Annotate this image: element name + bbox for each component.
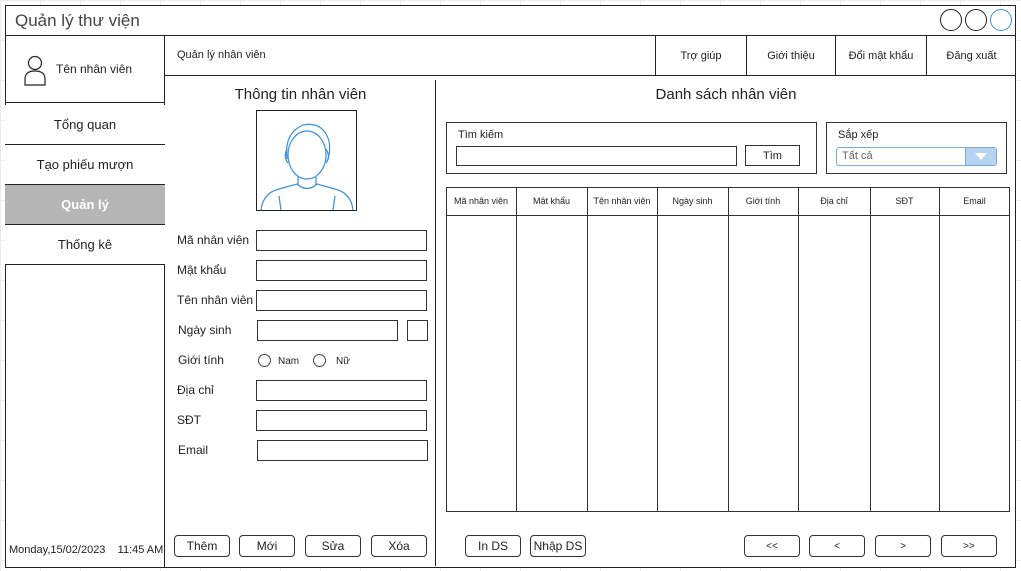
search-button[interactable]: Tìm	[745, 145, 800, 166]
column-header-address[interactable]: Địa chỉ	[798, 187, 870, 215]
column-header-phone[interactable]: SĐT	[870, 187, 939, 215]
birthdate-input[interactable]	[257, 320, 398, 341]
column-header-email[interactable]: Email	[939, 187, 1010, 215]
phone-label: SĐT	[177, 413, 201, 427]
previous-page-button[interactable]: <	[809, 535, 865, 557]
form-title: Thông tin nhân viên	[234, 86, 367, 103]
email-input[interactable]	[257, 440, 428, 461]
name-input[interactable]	[256, 290, 427, 311]
address-label: Địa chỉ	[177, 383, 214, 397]
column-divider	[939, 187, 940, 512]
print-list-button[interactable]: In DS	[465, 535, 521, 557]
first-page-button[interactable]: <<	[744, 535, 800, 557]
sidebar-item-create-loan[interactable]: Tạo phiếu mượn	[5, 145, 165, 185]
employee-id-input[interactable]	[256, 230, 427, 251]
user-icon	[24, 55, 46, 86]
gender-male-label: Nam	[278, 356, 300, 367]
column-divider	[798, 187, 799, 512]
help-label: Trợ giúp	[680, 50, 722, 62]
gender-female-label: Nữ	[336, 356, 350, 367]
datetime-display: Monday,15/02/2023 11:45 AM	[9, 544, 164, 556]
password-label: Mật khẩu	[177, 263, 227, 277]
column-divider	[516, 187, 517, 512]
list-title: Danh sách nhân viên	[655, 86, 797, 103]
sort-selected-value: Tất cả	[842, 150, 873, 162]
sidebar-item-label: Tổng quan	[53, 117, 117, 132]
gender-male-radio[interactable]	[258, 354, 271, 367]
avatar-icon	[260, 123, 354, 211]
sidebar-item-label: Quản lý	[61, 197, 109, 212]
about-label: Giới thiệu	[767, 50, 815, 62]
column-divider	[870, 187, 871, 512]
minimize-button[interactable]	[940, 9, 962, 31]
employee-id-label: Mã nhân viên	[177, 233, 250, 247]
password-input[interactable]	[256, 260, 427, 281]
add-button[interactable]: Thêm	[174, 535, 230, 557]
sort-select[interactable]: Tất cả	[836, 147, 997, 166]
column-header-gender[interactable]: Giới tính	[728, 187, 798, 215]
new-button[interactable]: Mới	[239, 535, 295, 557]
gender-label: Giới tính	[178, 353, 224, 367]
column-header-birthdate[interactable]: Ngày sinh	[657, 187, 728, 215]
calendar-picker-button[interactable]	[407, 320, 428, 341]
app-title: Quản lý thư viện	[15, 11, 140, 30]
page-breadcrumb: Quản lý nhân viên	[177, 49, 266, 61]
help-link[interactable]: Trợ giúp	[655, 36, 746, 76]
change-password-link[interactable]: Đổi mật khẩu	[835, 36, 926, 76]
user-name: Tên nhân viên	[56, 62, 133, 76]
name-label: Tên nhân viên	[177, 293, 254, 307]
column-divider	[728, 187, 729, 512]
sidebar-item-overview[interactable]: Tổng quan	[5, 105, 165, 145]
maximize-button[interactable]	[965, 9, 987, 31]
email-label: Email	[178, 443, 209, 457]
search-label: Tìm kiếm	[458, 129, 504, 141]
sidebar-item-statistics[interactable]: Thống kê	[5, 225, 165, 265]
delete-button[interactable]: Xóa	[371, 535, 427, 557]
sidebar-item-label: Thống kê	[57, 237, 113, 252]
import-list-button[interactable]: Nhập DS	[530, 535, 586, 557]
change-password-label: Đổi mật khẩu	[848, 50, 914, 62]
sidebar-item-manage[interactable]: Quản lý	[5, 185, 165, 225]
next-page-button[interactable]: >	[875, 535, 931, 557]
logout-link[interactable]: Đăng xuất	[926, 36, 1016, 76]
chevron-down-icon	[975, 153, 987, 160]
phone-input[interactable]	[256, 410, 427, 431]
search-input[interactable]	[456, 146, 737, 166]
column-header-password[interactable]: Mật khẩu	[516, 187, 587, 215]
sidebar-item-label: Tạo phiếu mượn	[36, 157, 134, 172]
panel-divider	[435, 80, 436, 566]
employee-photo[interactable]	[256, 110, 357, 211]
gender-female-radio[interactable]	[313, 354, 326, 367]
edit-button[interactable]: Sửa	[305, 535, 361, 557]
column-divider	[657, 187, 658, 512]
about-link[interactable]: Giới thiệu	[746, 36, 835, 76]
sort-label: Sắp xếp	[838, 129, 879, 141]
column-header-employee-id[interactable]: Mã nhân viên	[446, 187, 516, 215]
birthdate-label: Ngày sinh	[178, 323, 232, 337]
column-header-name[interactable]: Tên nhân viên	[587, 187, 657, 215]
logout-label: Đăng xuất	[946, 50, 997, 62]
title-bar	[5, 5, 1016, 36]
column-divider	[587, 187, 588, 512]
address-input[interactable]	[256, 380, 427, 401]
last-page-button[interactable]: >>	[941, 535, 997, 557]
dropdown-toggle[interactable]	[965, 148, 996, 165]
close-button[interactable]	[990, 9, 1012, 31]
